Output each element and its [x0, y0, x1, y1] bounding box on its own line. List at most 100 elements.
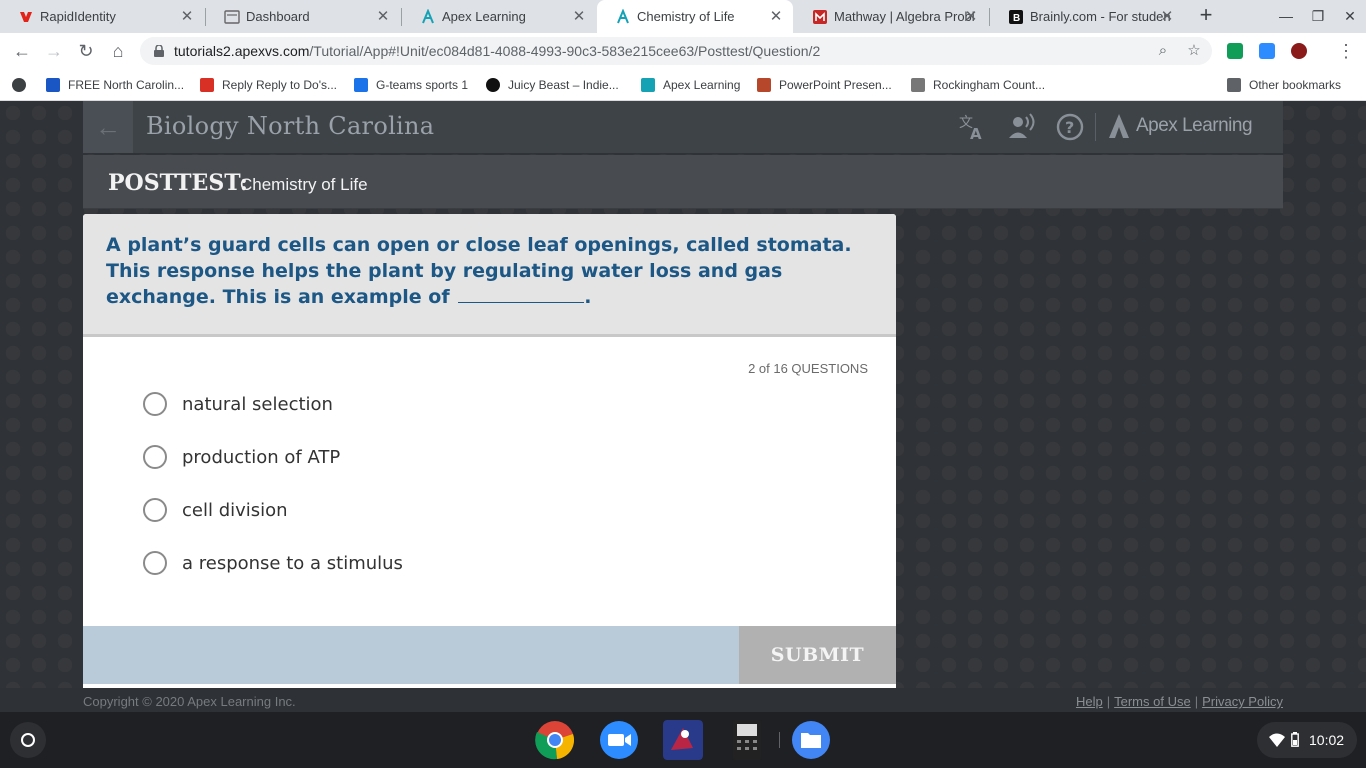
- answer-blank: [458, 287, 585, 303]
- translate-icon[interactable]: 文 A: [956, 111, 988, 143]
- close-tab-icon[interactable]: ✕: [1158, 8, 1176, 26]
- question-text: A plant’s guard cells can open or close …: [106, 232, 866, 310]
- status-tray[interactable]: 10:02: [1257, 722, 1357, 758]
- close-tab-icon[interactable]: ✕: [178, 8, 196, 26]
- back-arrow-icon[interactable]: ←: [10, 39, 34, 63]
- tab-brainly[interactable]: B Brainly.com - For students. By student…: [990, 0, 1184, 33]
- tab-title: Dashboard: [246, 9, 310, 24]
- battery-icon: [1291, 732, 1299, 747]
- apex-learning-logo: Apex Learning: [1108, 113, 1253, 139]
- dashboard-icon: [224, 10, 240, 24]
- shelf-separator: [779, 732, 780, 748]
- close-tab-icon[interactable]: ✕: [374, 8, 392, 26]
- bookmark-item[interactable]: Reply Reply to Do's...: [200, 76, 337, 94]
- zoom-icon[interactable]: ⌕: [1153, 41, 1173, 61]
- answer-option[interactable]: a response to a stimulus: [143, 549, 403, 577]
- copyright-text: Copyright © 2020 Apex Learning Inc.: [83, 694, 296, 709]
- page-footer: Copyright © 2020 Apex Learning Inc. Help…: [0, 688, 1366, 712]
- other-bookmarks-label: Other bookmarks: [1249, 78, 1342, 92]
- close-tab-icon[interactable]: ✕: [767, 8, 785, 26]
- other-bookmarks[interactable]: Other bookmarks: [1227, 76, 1341, 94]
- svg-text:B: B: [1013, 13, 1020, 24]
- restore-icon[interactable]: ❐: [1308, 6, 1328, 26]
- tab-rapididentity[interactable]: RapidIdentity ✕: [0, 0, 204, 33]
- question-period: .: [584, 286, 592, 308]
- zoom-extension-icon[interactable]: [1259, 43, 1275, 59]
- tab-title: Apex Learning: [442, 9, 526, 24]
- answer-option-label: a response to a stimulus: [182, 552, 403, 574]
- mathway-icon: [813, 10, 827, 24]
- wifi-icon: [1269, 733, 1285, 747]
- launcher-button[interactable]: [10, 722, 46, 758]
- close-tab-icon[interactable]: ✕: [962, 8, 980, 26]
- rapididentity-icon: [20, 12, 32, 22]
- bookmark-favicon-icon: [911, 78, 925, 92]
- url-path: /Tutorial/App#!Unit/ec084d81-4088-4993-9…: [309, 43, 821, 59]
- brand-name: Apex Learning: [1136, 115, 1253, 136]
- close-window-icon[interactable]: ✕: [1340, 6, 1360, 26]
- apex-icon: [422, 9, 434, 24]
- back-arrow-icon[interactable]: ←: [83, 101, 133, 153]
- browser-menu-icon[interactable]: ⋮: [1336, 40, 1356, 62]
- radio-button[interactable]: [143, 498, 167, 522]
- divider: [1095, 113, 1096, 141]
- bookmark-star-icon[interactable]: ☆: [1184, 41, 1204, 61]
- bookmark-label: PowerPoint Presen...: [779, 78, 892, 92]
- radio-button[interactable]: [143, 551, 167, 575]
- tab-strip: RapidIdentity ✕ Dashboard ✕ Apex Learnin…: [0, 0, 1366, 33]
- bookmark-favicon-icon: [354, 78, 368, 92]
- apex-logo-icon: [1109, 114, 1129, 138]
- privacy-link[interactable]: Privacy Policy: [1202, 694, 1283, 709]
- browser-toolbar: ← → ↻ ⌂ tutorials2.apexvs.com/Tutorial/A…: [0, 33, 1366, 69]
- tab-apex-learning[interactable]: Apex Learning ✕: [402, 0, 596, 33]
- question-card: A plant’s guard cells can open or close …: [83, 214, 896, 689]
- answer-option[interactable]: natural selection: [143, 390, 333, 418]
- bookmark-item[interactable]: FREE North Carolin...: [46, 76, 184, 94]
- posttest-bar: POSTTEST: Chemistry of Life: [83, 155, 1283, 209]
- extension-icon[interactable]: [1291, 43, 1307, 59]
- chrome-icon[interactable]: [535, 720, 575, 760]
- zoom-app-icon[interactable]: [599, 720, 639, 760]
- tab-dashboard[interactable]: Dashboard ✕: [206, 0, 400, 33]
- reload-icon[interactable]: ↻: [74, 39, 98, 63]
- submit-button[interactable]: SUBMIT: [739, 626, 896, 684]
- svg-text:?: ?: [1065, 118, 1074, 137]
- answer-option-label: natural selection: [182, 393, 333, 415]
- help-link[interactable]: Help: [1076, 694, 1103, 709]
- bookmark-item[interactable]: Rockingham Count...: [911, 76, 1045, 94]
- text-to-speech-icon[interactable]: [1006, 111, 1038, 143]
- question-counter: 2 of 16 QUESTIONS: [748, 361, 868, 376]
- files-app-icon[interactable]: [791, 720, 831, 760]
- url-text: tutorials2.apexvs.com/Tutorial/App#!Unit…: [174, 43, 820, 59]
- bookmark-item[interactable]: Apex Learning: [641, 76, 740, 94]
- bookmark-item[interactable]: G-teams sports 1: [354, 76, 468, 94]
- google-classroom-extension-icon[interactable]: [1227, 43, 1243, 59]
- minimize-icon[interactable]: —: [1276, 6, 1296, 26]
- bookmark-item[interactable]: PowerPoint Presen...: [757, 76, 892, 94]
- bookmark-label: Rockingham Count...: [933, 78, 1046, 92]
- clock: 10:02: [1309, 732, 1345, 748]
- home-icon[interactable]: ⌂: [106, 39, 130, 63]
- answer-option[interactable]: production of ATP: [143, 443, 340, 471]
- bookmark-item[interactable]: Juicy Beast – Indie...: [486, 76, 619, 94]
- submit-row: SUBMIT: [83, 626, 896, 684]
- help-icon[interactable]: ?: [1054, 111, 1086, 143]
- answer-option[interactable]: cell division: [143, 496, 288, 524]
- apps-icon[interactable]: [12, 76, 34, 94]
- course-header: ← Biology North Carolina 文 A ? Apex Lear…: [83, 101, 1283, 153]
- close-tab-icon[interactable]: ✕: [570, 8, 588, 26]
- terms-link[interactable]: Terms of Use: [1114, 694, 1191, 709]
- tab-mathway[interactable]: Mathway | Algebra Problem Solver ✕: [794, 0, 988, 33]
- tab-chemistry-of-life[interactable]: Chemistry of Life ✕: [597, 0, 793, 33]
- bookmark-favicon-icon: [641, 78, 655, 92]
- bookmark-label: G-teams sports 1: [376, 78, 469, 92]
- calculator-app-icon[interactable]: [727, 720, 767, 760]
- new-tab-button[interactable]: +: [1195, 4, 1217, 27]
- bookmark-label: Apex Learning: [663, 78, 741, 92]
- radio-button[interactable]: [143, 445, 167, 469]
- game-app-icon[interactable]: [663, 720, 703, 760]
- address-bar[interactable]: tutorials2.apexvs.com/Tutorial/App#!Unit…: [140, 37, 1212, 65]
- radio-button[interactable]: [143, 392, 167, 416]
- forward-arrow-icon[interactable]: →: [42, 39, 66, 63]
- course-title: Biology North Carolina: [146, 112, 435, 140]
